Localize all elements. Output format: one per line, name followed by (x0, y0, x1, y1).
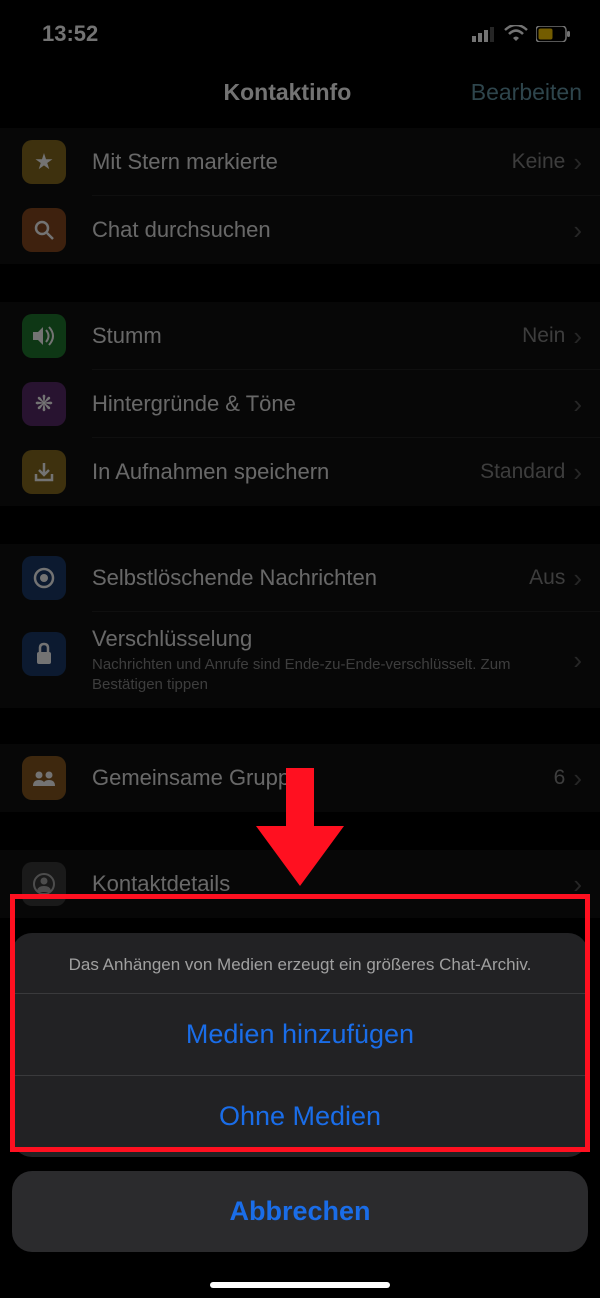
row-wallpaper[interactable]: ❋ Hintergründe & Töne › (0, 370, 600, 438)
row-starred[interactable]: ★ Mit Stern markierte Keine › (0, 128, 600, 196)
row-label: In Aufnahmen speichern (92, 459, 480, 485)
chevron-right-icon: › (573, 389, 582, 420)
row-label: Selbstlöschende Nachrichten (92, 565, 529, 591)
lock-icon (22, 632, 66, 676)
chevron-right-icon: › (573, 645, 582, 676)
contact-icon (22, 862, 66, 906)
row-label: Chat durchsuchen (92, 217, 573, 243)
action-sheet: Das Anhängen von Medien erzeugt ein größ… (12, 933, 588, 1252)
row-value: Aus (529, 566, 565, 590)
cancel-button[interactable]: Abbrechen (12, 1171, 588, 1252)
page-title: Kontaktinfo (223, 79, 351, 106)
groups-icon (22, 756, 66, 800)
signal-icon (472, 26, 496, 42)
edit-button[interactable]: Bearbeiten (471, 79, 582, 106)
row-value: Standard (480, 460, 565, 484)
row-label: Mit Stern markierte (92, 149, 512, 175)
chevron-right-icon: › (573, 869, 582, 900)
row-search-chat[interactable]: Chat durchsuchen › (0, 196, 600, 264)
row-label: Hintergründe & Töne (92, 391, 573, 417)
row-label: Stumm (92, 323, 522, 349)
nav-bar: Kontaktinfo Bearbeiten (0, 60, 600, 128)
timer-icon (22, 556, 66, 600)
row-save-camera-roll[interactable]: In Aufnahmen speichern Standard › (0, 438, 600, 506)
chevron-right-icon: › (573, 147, 582, 178)
speaker-icon (22, 314, 66, 358)
wifi-icon (504, 25, 528, 43)
back-button[interactable] (18, 74, 104, 110)
chevron-right-icon: › (573, 321, 582, 352)
sheet-description: Das Anhängen von Medien erzeugt ein größ… (12, 933, 588, 994)
star-icon: ★ (22, 140, 66, 184)
row-value: 6 (554, 766, 566, 790)
annotation-arrow (256, 768, 344, 893)
chevron-right-icon: › (573, 763, 582, 794)
status-time: 13:52 (42, 21, 98, 47)
option-without-media[interactable]: Ohne Medien (12, 1076, 588, 1157)
chevron-right-icon: › (573, 215, 582, 246)
row-encryption[interactable]: Verschlüsselung Nachrichten und Anrufe s… (0, 612, 600, 708)
row-mute[interactable]: Stumm Nein › (0, 302, 600, 370)
row-value: Keine (512, 150, 566, 174)
search-icon (22, 208, 66, 252)
option-add-media[interactable]: Medien hinzufügen (12, 994, 588, 1076)
chevron-right-icon: › (573, 457, 582, 488)
home-indicator[interactable] (210, 1282, 390, 1288)
row-subtitle: Nachrichten und Anrufe sind Ende-zu-Ende… (92, 655, 573, 694)
row-disappearing[interactable]: Selbstlöschende Nachrichten Aus › (0, 544, 600, 612)
battery-icon (536, 26, 570, 42)
row-label: Verschlüsselung (92, 626, 573, 652)
status-icons (472, 25, 570, 43)
wallpaper-icon: ❋ (22, 382, 66, 426)
download-icon (22, 450, 66, 494)
status-bar: 13:52 (0, 0, 600, 60)
chevron-right-icon: › (573, 563, 582, 594)
row-value: Nein (522, 324, 565, 348)
